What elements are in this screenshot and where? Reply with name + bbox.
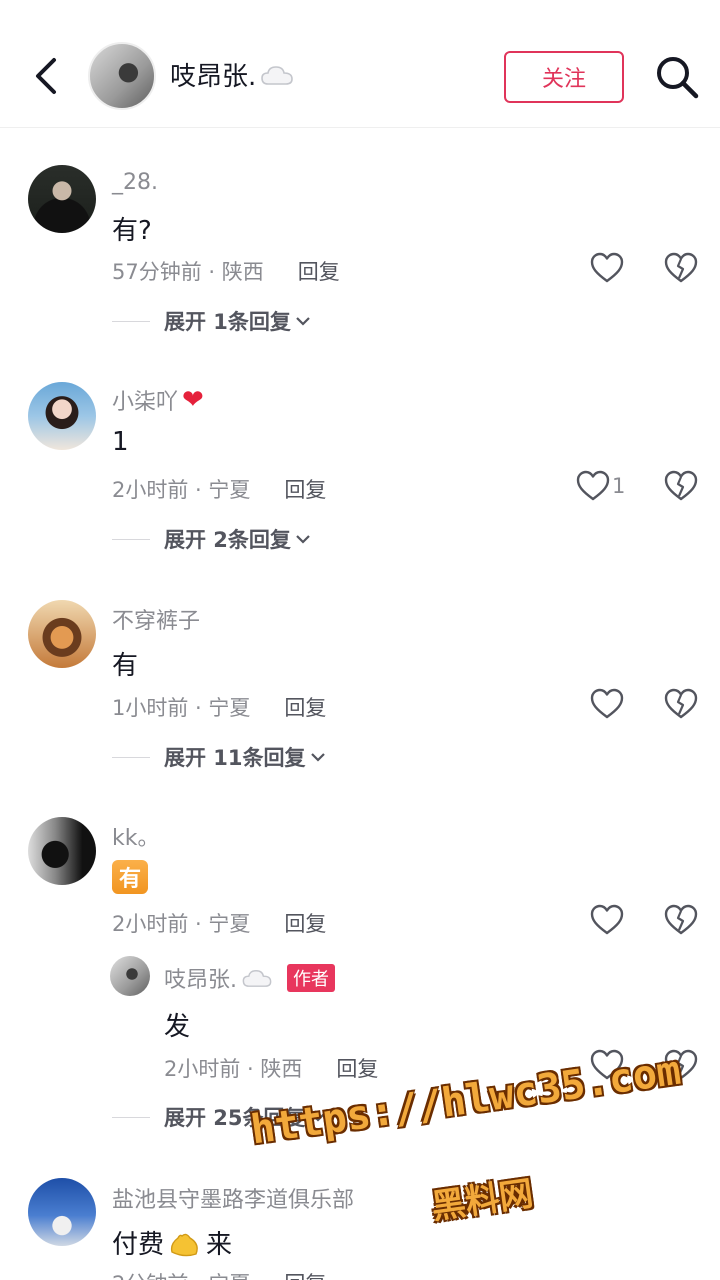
reply-button[interactable]: 回复	[336, 1053, 378, 1083]
broken-heart-icon	[664, 252, 698, 283]
comment-time: 57分钟前 · 陕西	[112, 260, 264, 284]
like-button[interactable]	[590, 904, 624, 936]
search-icon	[657, 57, 699, 99]
reply-button[interactable]: 回复	[298, 256, 340, 286]
comment-text: 1	[112, 427, 129, 457]
comment-meta: 2小时前 · 宁夏 回复	[112, 474, 326, 504]
cloud-icon	[242, 969, 272, 987]
reply-text: 发	[164, 1012, 191, 1042]
chevron-down-icon	[310, 753, 325, 762]
reply-time: 2小时前 · 陕西	[164, 1057, 303, 1081]
divider	[112, 756, 150, 758]
reply-button[interactable]: 回复	[284, 692, 326, 722]
chevron-down-icon	[296, 535, 310, 544]
reply-meta: 2小时前 · 陕西 回复	[164, 1053, 378, 1083]
watermark-site-name: 黑料网	[429, 1173, 536, 1228]
expand-replies-button[interactable]: 展开 2条回复	[112, 524, 311, 554]
comment-username[interactable]: kk。	[112, 820, 159, 852]
cloud-icon	[261, 65, 294, 85]
heart-outline-icon	[590, 904, 624, 935]
like-button[interactable]	[590, 1049, 624, 1081]
emoji-you-badge: 有	[112, 860, 148, 894]
follow-button[interactable]: 关注	[504, 51, 624, 103]
chevron-left-icon	[36, 58, 56, 94]
comment-meta: 1小时前 · 宁夏 回复	[112, 692, 326, 722]
avatar[interactable]	[28, 817, 96, 885]
comment-time: 2小时前 · 宁夏	[112, 478, 251, 502]
divider	[112, 320, 150, 322]
broken-heart-icon	[664, 904, 698, 935]
divider	[112, 538, 150, 540]
heart-outline-icon	[590, 252, 624, 283]
heart-outline-icon	[590, 1049, 624, 1080]
expand-label: 展开 1条回复	[164, 310, 291, 334]
comment-username-text: 小柒吖	[112, 390, 179, 415]
comment-username[interactable]: _28.	[112, 170, 158, 195]
comment-text-suffix: 来	[206, 1230, 233, 1260]
reply-username-text: 吱昂张.	[164, 968, 237, 993]
chevron-down-icon	[310, 1113, 325, 1122]
reply-button[interactable]: 回复	[284, 474, 326, 504]
comment-text: 有?	[112, 216, 152, 246]
comment-meta: 2分钟前 · 宁夏 回复	[112, 1268, 326, 1280]
reply-button[interactable]: 回复	[284, 1268, 326, 1280]
chevron-down-icon	[296, 317, 310, 326]
avatar[interactable]	[28, 382, 96, 450]
like-button[interactable]	[590, 252, 624, 284]
broken-heart-icon	[664, 688, 698, 719]
back-button[interactable]	[28, 50, 68, 102]
avatar[interactable]	[28, 1178, 96, 1246]
heart-outline-icon	[590, 688, 624, 719]
author-name-text: 吱昂张.	[170, 62, 257, 92]
comment-username[interactable]: 小柒吖 ❤	[112, 384, 204, 416]
reply-username[interactable]: 吱昂张. 作者	[164, 962, 335, 994]
dislike-button[interactable]	[664, 252, 698, 288]
search-button[interactable]	[654, 54, 700, 100]
comment-meta: 2小时前 · 宁夏 回复	[112, 908, 326, 938]
author-tag: 作者	[287, 964, 335, 992]
comment-text: 有	[112, 651, 139, 681]
expand-label: 展开 25条回复	[164, 1106, 306, 1130]
red-heart-emoji: ❤	[182, 385, 204, 415]
expand-replies-button[interactable]: 展开 25条回复	[112, 1102, 326, 1132]
expand-label: 展开 2条回复	[164, 528, 291, 552]
comment-username[interactable]: 盐池县守墨路李道俱乐部	[112, 1182, 354, 1214]
author-avatar[interactable]	[88, 42, 156, 110]
comment-time: 2分钟前 · 宁夏	[112, 1268, 250, 1280]
top-bar: 吱昂张. 关注	[0, 0, 720, 128]
dislike-button[interactable]	[664, 688, 698, 724]
expand-replies-button[interactable]: 展开 1条回复	[112, 306, 311, 336]
dislike-button[interactable]	[664, 1049, 698, 1085]
comment-username[interactable]: 不穿裤子	[112, 603, 200, 635]
comment-text-main: 付费	[112, 1230, 165, 1260]
divider	[112, 1116, 150, 1118]
like-count: 1	[612, 474, 626, 498]
dislike-button[interactable]	[664, 470, 698, 506]
avatar[interactable]	[28, 165, 96, 233]
avatar[interactable]	[28, 600, 96, 668]
broken-heart-icon	[664, 1049, 698, 1080]
author-name[interactable]: 吱昂张.	[170, 56, 294, 93]
comment-time: 1小时前 · 宁夏	[112, 696, 251, 720]
heart-outline-icon	[576, 470, 610, 501]
money-bag-emoji	[170, 1233, 198, 1256]
like-button[interactable]: 1	[576, 470, 625, 502]
reply-button[interactable]: 回复	[284, 908, 326, 938]
comment-text: 有	[112, 860, 148, 894]
expand-label: 展开 11条回复	[164, 746, 306, 770]
comment-time: 2小时前 · 宁夏	[112, 912, 251, 936]
comment-meta: 57分钟前 · 陕西 回复	[112, 256, 340, 286]
broken-heart-icon	[664, 470, 698, 501]
comment-text: 付费 来	[112, 1224, 232, 1261]
reply-avatar[interactable]	[110, 956, 150, 996]
dislike-button[interactable]	[664, 904, 698, 940]
like-button[interactable]	[590, 688, 624, 720]
expand-replies-button[interactable]: 展开 11条回复	[112, 742, 326, 772]
